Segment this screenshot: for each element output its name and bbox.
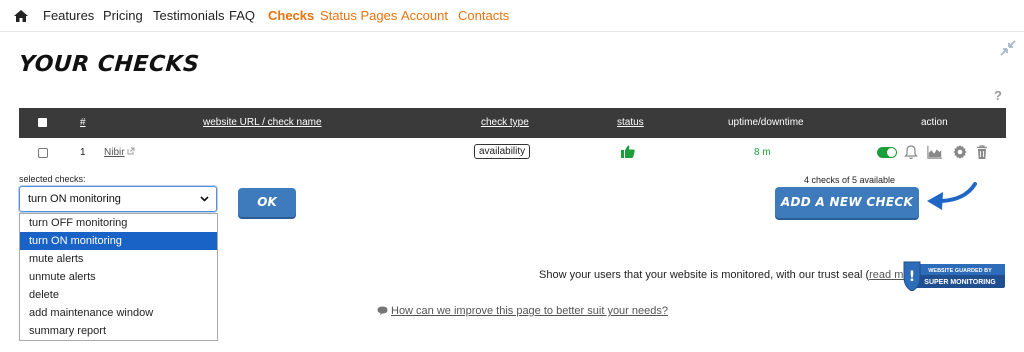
- add-new-check-button[interactable]: ADD A NEW CHECK: [775, 187, 919, 218]
- feedback-link[interactable]: How can we improve this page to better s…: [377, 305, 668, 317]
- seal-top-text: WEBSITE GUARDED BY: [928, 268, 992, 274]
- nav-contacts[interactable]: Contacts: [458, 8, 509, 23]
- header-website-url[interactable]: website URL / check name: [203, 117, 322, 128]
- thumbs-up-icon: [621, 145, 635, 158]
- header-check-type[interactable]: check type: [481, 117, 529, 128]
- check-type-badge: availability: [474, 144, 531, 159]
- help-icon[interactable]: ?: [994, 88, 1002, 103]
- page-title: YOUR CHECKS: [18, 52, 201, 77]
- chat-icon: [377, 306, 388, 315]
- header-status[interactable]: status: [617, 117, 644, 128]
- checks-available-text: 4 checks of 5 available: [804, 175, 896, 185]
- website-name-cell: Nibir: [104, 147, 135, 158]
- trust-seal-text: Show your users that your website is mon…: [539, 269, 926, 281]
- bell-icon[interactable]: [903, 144, 919, 160]
- curved-arrow-icon: [927, 182, 977, 210]
- option-add-maintenance-window[interactable]: add maintenance window: [20, 304, 217, 322]
- nav-testimonials[interactable]: Testimonials: [153, 8, 225, 23]
- option-delete[interactable]: delete: [20, 286, 217, 304]
- bulk-action-selected-value: turn ON monitoring: [28, 193, 121, 205]
- uptime-value: 8 m: [754, 147, 771, 158]
- header-action: action: [921, 117, 948, 128]
- ok-button[interactable]: OK: [238, 188, 296, 217]
- table-row: 1 Nibir availability 8 m: [19, 139, 1006, 167]
- chart-icon[interactable]: [927, 144, 943, 160]
- top-nav: Features Pricing Testimonials FAQ Checks…: [0, 0, 1024, 32]
- option-summary-report[interactable]: summary report: [20, 322, 217, 340]
- gear-icon[interactable]: [952, 144, 968, 160]
- option-mute-alerts[interactable]: mute alerts: [20, 250, 217, 268]
- external-link-icon[interactable]: [127, 147, 135, 155]
- home-icon[interactable]: [14, 10, 28, 22]
- nav-status-pages[interactable]: Status Pages: [320, 8, 397, 23]
- compress-icon[interactable]: [1000, 40, 1016, 56]
- row-number: 1: [80, 147, 86, 158]
- trust-seal-badge[interactable]: ! WEBSITE GUARDED BY SUPER MONITORING: [902, 261, 1006, 291]
- monitoring-toggle[interactable]: [877, 147, 897, 158]
- chevron-down-icon: [200, 196, 209, 202]
- select-all-checkbox[interactable]: [38, 118, 47, 127]
- bulk-action-select[interactable]: turn ON monitoring: [19, 186, 217, 212]
- checks-table-header: # website URL / check name check type st…: [19, 108, 1006, 138]
- nav-checks[interactable]: Checks: [268, 8, 314, 23]
- seal-bottom-text: SUPER MONITORING: [924, 279, 996, 286]
- option-unmute-alerts[interactable]: unmute alerts: [20, 268, 217, 286]
- option-turn-off-monitoring[interactable]: turn OFF monitoring: [20, 214, 217, 232]
- bulk-action-dropdown: turn OFF monitoring turn ON monitoring m…: [19, 213, 218, 341]
- website-link[interactable]: Nibir: [104, 147, 125, 158]
- svg-text:!: !: [909, 269, 915, 285]
- header-uptime: uptime/downtime: [728, 117, 804, 128]
- header-number[interactable]: #: [80, 117, 86, 128]
- nav-pricing[interactable]: Pricing: [103, 8, 143, 23]
- nav-features[interactable]: Features: [43, 8, 94, 23]
- nav-faq[interactable]: FAQ: [229, 8, 255, 23]
- selected-checks-label: selected checks:: [19, 174, 86, 184]
- row-checkbox[interactable]: [38, 148, 48, 158]
- feedback-link-text: How can we improve this page to better s…: [391, 305, 668, 317]
- trash-icon[interactable]: [974, 144, 990, 160]
- nav-account[interactable]: Account: [401, 8, 448, 23]
- option-turn-on-monitoring[interactable]: turn ON monitoring: [20, 232, 217, 250]
- trust-seal-sentence: Show your users that your website is mon…: [539, 269, 870, 281]
